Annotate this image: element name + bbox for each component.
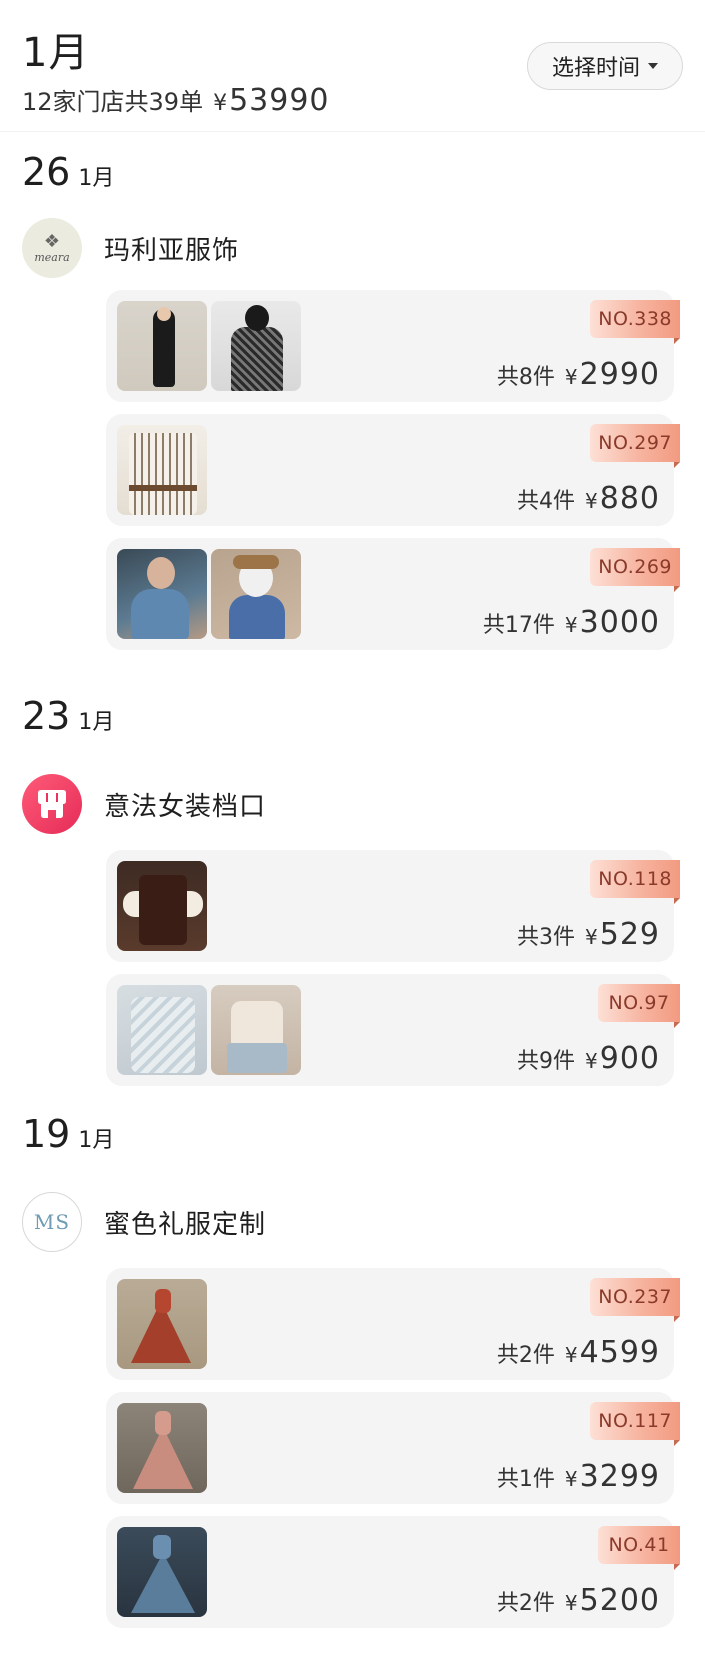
item-count: 共4件 [517,489,575,514]
order-totals: 共1件 ¥ 3299 [497,1459,660,1494]
order-card[interactable]: NO.269 共17件 ¥ 3000 [106,538,680,650]
currency-symbol: ¥ [564,365,578,389]
day-month: 1月 [78,710,115,735]
product-thumbnail [117,549,207,639]
month-title: 1月 [22,30,90,76]
product-thumbnail [117,861,207,951]
product-thumbnail [211,301,301,391]
day-heading: 26 1月 [22,150,114,194]
store-avatar-meara: ❖ meara [22,218,82,278]
order-number-badge: NO.297 [590,424,680,468]
store-row[interactable]: MS 蜜色礼服定制 [22,1192,266,1252]
order-number-badge: NO.338 [590,300,680,344]
item-count: 共17件 [482,613,555,638]
order-price: 3000 [579,605,660,640]
order-number-badge: NO.269 [590,548,680,592]
caret-down-icon [648,63,658,69]
currency-symbol: ¥ [564,1591,578,1615]
summary-text: 12家门店共39单 [22,88,204,116]
item-count: 共3件 [517,925,575,950]
knot-logo-icon: ❖ [43,230,61,252]
order-number-badge: NO.117 [590,1402,680,1446]
shop-icon [38,790,66,818]
day-month: 1月 [78,1128,115,1153]
day-heading: 19 1月 [22,1112,114,1156]
total-amount: 53990 [229,83,330,118]
order-totals: 共4件 ¥ 880 [517,481,660,516]
currency-symbol: ¥ [564,1467,578,1491]
order-number-badge: NO.237 [590,1278,680,1322]
item-count: 共8件 [496,365,555,390]
product-thumbnail [117,301,207,391]
product-thumbnail [117,1527,207,1617]
day-number: 26 [22,150,71,194]
item-count: 共2件 [496,1343,555,1368]
month-summary: 12家门店共39单 ¥ 53990 [22,82,330,118]
order-price: 4599 [579,1335,660,1370]
order-totals: 共2件 ¥ 4599 [497,1335,660,1370]
order-price: 900 [599,1041,660,1076]
product-thumbnail [117,1279,207,1369]
store-name: 意法女装档口 [104,791,267,822]
select-time-button[interactable]: 选择时间 [527,42,683,90]
order-number-badge: NO.118 [590,860,680,904]
item-count: 共2件 [496,1591,555,1616]
store-name: 玛利亚服饰 [104,235,240,266]
order-card[interactable]: NO.297 共4件 ¥ 880 [106,414,680,526]
order-card[interactable]: NO.41 共2件 ¥ 5200 [106,1516,680,1628]
order-card[interactable]: NO.338 共8件 ¥ 2990 [106,290,680,402]
product-thumbnail [211,985,301,1075]
product-thumbnail [117,985,207,1075]
currency-symbol: ¥ [213,91,228,116]
currency-symbol: ¥ [585,1049,598,1073]
day-heading: 23 1月 [22,694,114,738]
store-avatar-text: MS [33,1210,71,1234]
day-number: 23 [22,694,71,738]
store-row[interactable]: 意法女装档口 [22,774,266,834]
order-card[interactable]: NO.117 共1件 ¥ 3299 [106,1392,680,1504]
order-card[interactable]: NO.237 共2件 ¥ 4599 [106,1268,680,1380]
order-price: 529 [599,917,660,952]
select-time-label: 选择时间 [551,56,640,81]
store-name: 蜜色礼服定制 [104,1209,267,1240]
item-count: 共9件 [517,1049,575,1074]
currency-symbol: ¥ [585,489,598,513]
order-price: 5200 [579,1583,660,1618]
store-avatar-shop [22,774,82,834]
store-avatar-ms: MS [22,1192,82,1252]
order-card[interactable]: NO.118 共3件 ¥ 529 [106,850,680,962]
currency-symbol: ¥ [585,925,598,949]
order-price: 3299 [579,1459,660,1494]
order-totals: 共2件 ¥ 5200 [497,1583,660,1618]
order-card[interactable]: NO.97 共9件 ¥ 900 [106,974,680,1086]
currency-symbol: ¥ [564,613,578,637]
product-thumbnail [117,1403,207,1493]
product-thumbnail [211,549,301,639]
order-totals: 共8件 ¥ 2990 [497,357,660,392]
order-number-badge: NO.41 [598,1526,680,1570]
day-month: 1月 [78,166,115,191]
order-price: 2990 [579,357,660,392]
month-header: 1月 12家门店共39单 ¥ 53990 选择时间 [0,0,705,132]
currency-symbol: ¥ [564,1343,578,1367]
order-totals: 共9件 ¥ 900 [517,1041,660,1076]
order-totals: 共17件 ¥ 3000 [483,605,660,640]
day-number: 19 [22,1112,71,1156]
product-thumbnail [117,425,207,515]
store-row[interactable]: ❖ meara 玛利亚服饰 [22,218,239,278]
item-count: 共1件 [496,1467,555,1492]
store-avatar-text: meara [34,250,70,264]
order-totals: 共3件 ¥ 529 [517,917,660,952]
order-number-badge: NO.97 [598,984,680,1028]
order-price: 880 [599,481,660,516]
